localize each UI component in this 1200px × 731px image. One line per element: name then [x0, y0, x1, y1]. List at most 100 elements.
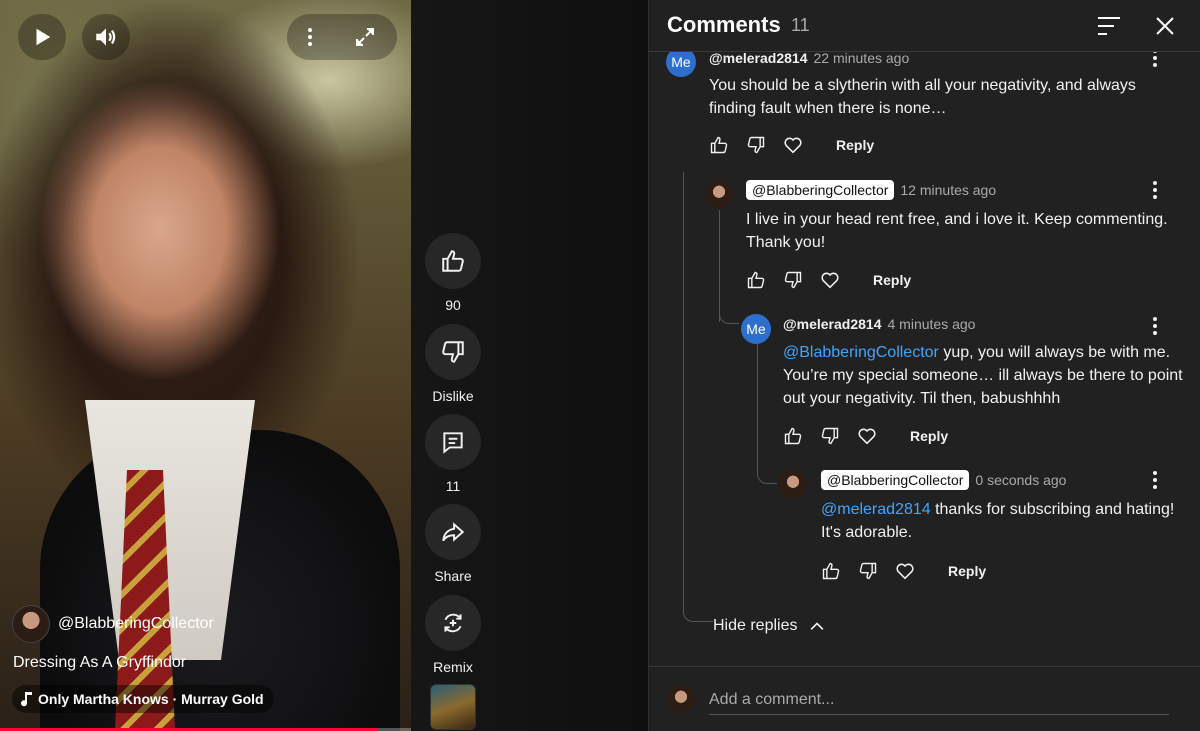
share-button[interactable]	[425, 504, 481, 560]
heart-icon	[821, 272, 839, 289]
action-rail: 90 Dislike 11 Share Remix	[411, 0, 648, 731]
comment-author[interactable]: @melerad2814	[709, 52, 808, 66]
comment-text: @melerad2814 thanks for subscribing and …	[821, 498, 1181, 544]
remix-icon	[444, 613, 462, 633]
more-vert-icon	[1153, 324, 1157, 328]
thread-line-level3	[757, 342, 758, 448]
comment-reply-button[interactable]: Reply	[873, 272, 911, 288]
hide-replies-button[interactable]: Hide replies	[713, 616, 827, 636]
hide-replies-label: Hide replies	[713, 617, 798, 634]
music-label: Only Martha Knows · Murray Gold	[38, 691, 264, 707]
comment-text: You should be a slytherin with all your …	[709, 77, 1136, 117]
music-pill[interactable]: Only Martha Knows · Murray Gold	[12, 685, 274, 713]
comment-count: 11	[445, 478, 461, 494]
dislike-action: Dislike	[425, 324, 481, 404]
comment-actions: Reply	[707, 133, 874, 157]
comment-time[interactable]: 12 minutes ago	[900, 182, 996, 198]
remix-label: Remix	[433, 659, 473, 675]
comment-dislike-button[interactable]	[744, 133, 768, 157]
thumbs-down-icon	[859, 562, 877, 580]
play-button[interactable]	[18, 14, 66, 60]
video-top-controls	[287, 14, 397, 60]
thumbs-up-icon	[710, 136, 728, 154]
comments-action: 11	[425, 414, 481, 494]
comment-like-button[interactable]	[744, 268, 768, 292]
comment-author[interactable]: @BlabberingCollector	[821, 470, 970, 490]
like-action: 90	[425, 233, 481, 313]
play-icon	[36, 28, 51, 46]
volume-button[interactable]	[82, 14, 130, 60]
close-comments-button[interactable]	[1151, 12, 1179, 40]
comment-mention[interactable]: @melerad2814	[821, 501, 931, 518]
comment-mention[interactable]: @BlabberingCollector	[783, 344, 939, 361]
channel-name[interactable]: @BlabberingCollector	[58, 615, 214, 633]
commenter-avatar[interactable]: Me	[666, 52, 696, 77]
comment-time[interactable]: 0 seconds ago	[975, 472, 1066, 488]
comment-time[interactable]: 22 minutes ago	[814, 52, 910, 66]
thread-hook-level3	[719, 274, 739, 324]
fullscreen-icon[interactable]	[353, 25, 377, 49]
thumbs-down-icon	[821, 427, 839, 445]
heart-icon	[858, 428, 876, 445]
comment-text: I live in your head rent free, and i lov…	[746, 211, 1168, 251]
video-title: Dressing As A Gryffindor	[13, 654, 187, 671]
comment-actions: Reply	[744, 268, 911, 292]
commenter-avatar[interactable]	[779, 470, 807, 498]
comments-title: Comments	[667, 12, 781, 37]
comment-like-button[interactable]	[781, 424, 805, 448]
comment-menu-button[interactable]	[1145, 468, 1165, 492]
heart-icon	[896, 563, 914, 580]
commenter-avatar[interactable]: Me	[741, 314, 771, 344]
comment-like-button[interactable]	[707, 133, 731, 157]
dislike-button[interactable]	[425, 324, 481, 380]
comment-header: @melerad2814 22 minutes ago	[709, 52, 909, 66]
comment-like-button[interactable]	[819, 559, 843, 583]
thread-line-main	[683, 172, 713, 622]
share-label: Share	[434, 568, 472, 584]
comment-menu-button[interactable]	[1145, 52, 1165, 70]
sort-button[interactable]	[1095, 12, 1123, 40]
thumbs-up-icon	[822, 562, 840, 580]
video-player[interactable]: @BlabberingCollector Dressing As A Gryff…	[0, 0, 411, 731]
commenter-avatar[interactable]	[705, 180, 733, 208]
comment-reply-button[interactable]: Reply	[836, 137, 874, 153]
comments-button[interactable]	[425, 414, 481, 470]
comment-dislike-button[interactable]	[856, 559, 880, 583]
heart-icon	[784, 137, 802, 154]
like-button[interactable]	[425, 233, 481, 289]
comment-dislike-button[interactable]	[781, 268, 805, 292]
comment-icon	[443, 432, 463, 454]
channel-avatar[interactable]	[12, 605, 50, 643]
current-user-avatar	[667, 685, 695, 713]
comment-actions: Reply	[819, 559, 986, 583]
more-vert-icon	[1153, 478, 1157, 482]
thumbs-down-icon	[442, 341, 464, 363]
comment-author[interactable]: @melerad2814	[783, 316, 882, 332]
comment-reply-button[interactable]: Reply	[910, 428, 948, 444]
comment-menu-button[interactable]	[1145, 314, 1165, 338]
comment-time[interactable]: 4 minutes ago	[888, 316, 976, 332]
dislike-label: Dislike	[432, 388, 474, 404]
sound-thumbnail[interactable]	[430, 684, 476, 730]
thumbs-down-icon	[784, 271, 802, 289]
comment-heart-button[interactable]	[818, 268, 842, 292]
thumbs-up-icon	[784, 427, 802, 445]
comment-reply-button[interactable]: Reply	[948, 563, 986, 579]
comment-heart-button[interactable]	[893, 559, 917, 583]
more-options-button[interactable]	[307, 28, 312, 46]
remix-button[interactable]	[425, 595, 481, 651]
like-count: 90	[445, 297, 461, 313]
comment-author[interactable]: @BlabberingCollector	[746, 180, 895, 200]
more-vert-icon	[1153, 188, 1157, 192]
comment-heart-button[interactable]	[781, 133, 805, 157]
add-comment-input[interactable]	[709, 685, 1169, 715]
comment-heart-button[interactable]	[855, 424, 879, 448]
comment-menu-button[interactable]	[1145, 178, 1165, 202]
channel-row[interactable]: @BlabberingCollector	[12, 605, 214, 643]
comment-thread[interactable]: Me @melerad2814 22 minutes ago You shoul…	[649, 52, 1200, 666]
comment-dislike-button[interactable]	[818, 424, 842, 448]
sort-icon	[1098, 17, 1120, 35]
comment-header: @BlabberingCollector 12 minutes ago	[746, 180, 996, 200]
comment-header: @melerad2814 4 minutes ago	[783, 316, 975, 332]
volume-icon	[96, 28, 116, 46]
